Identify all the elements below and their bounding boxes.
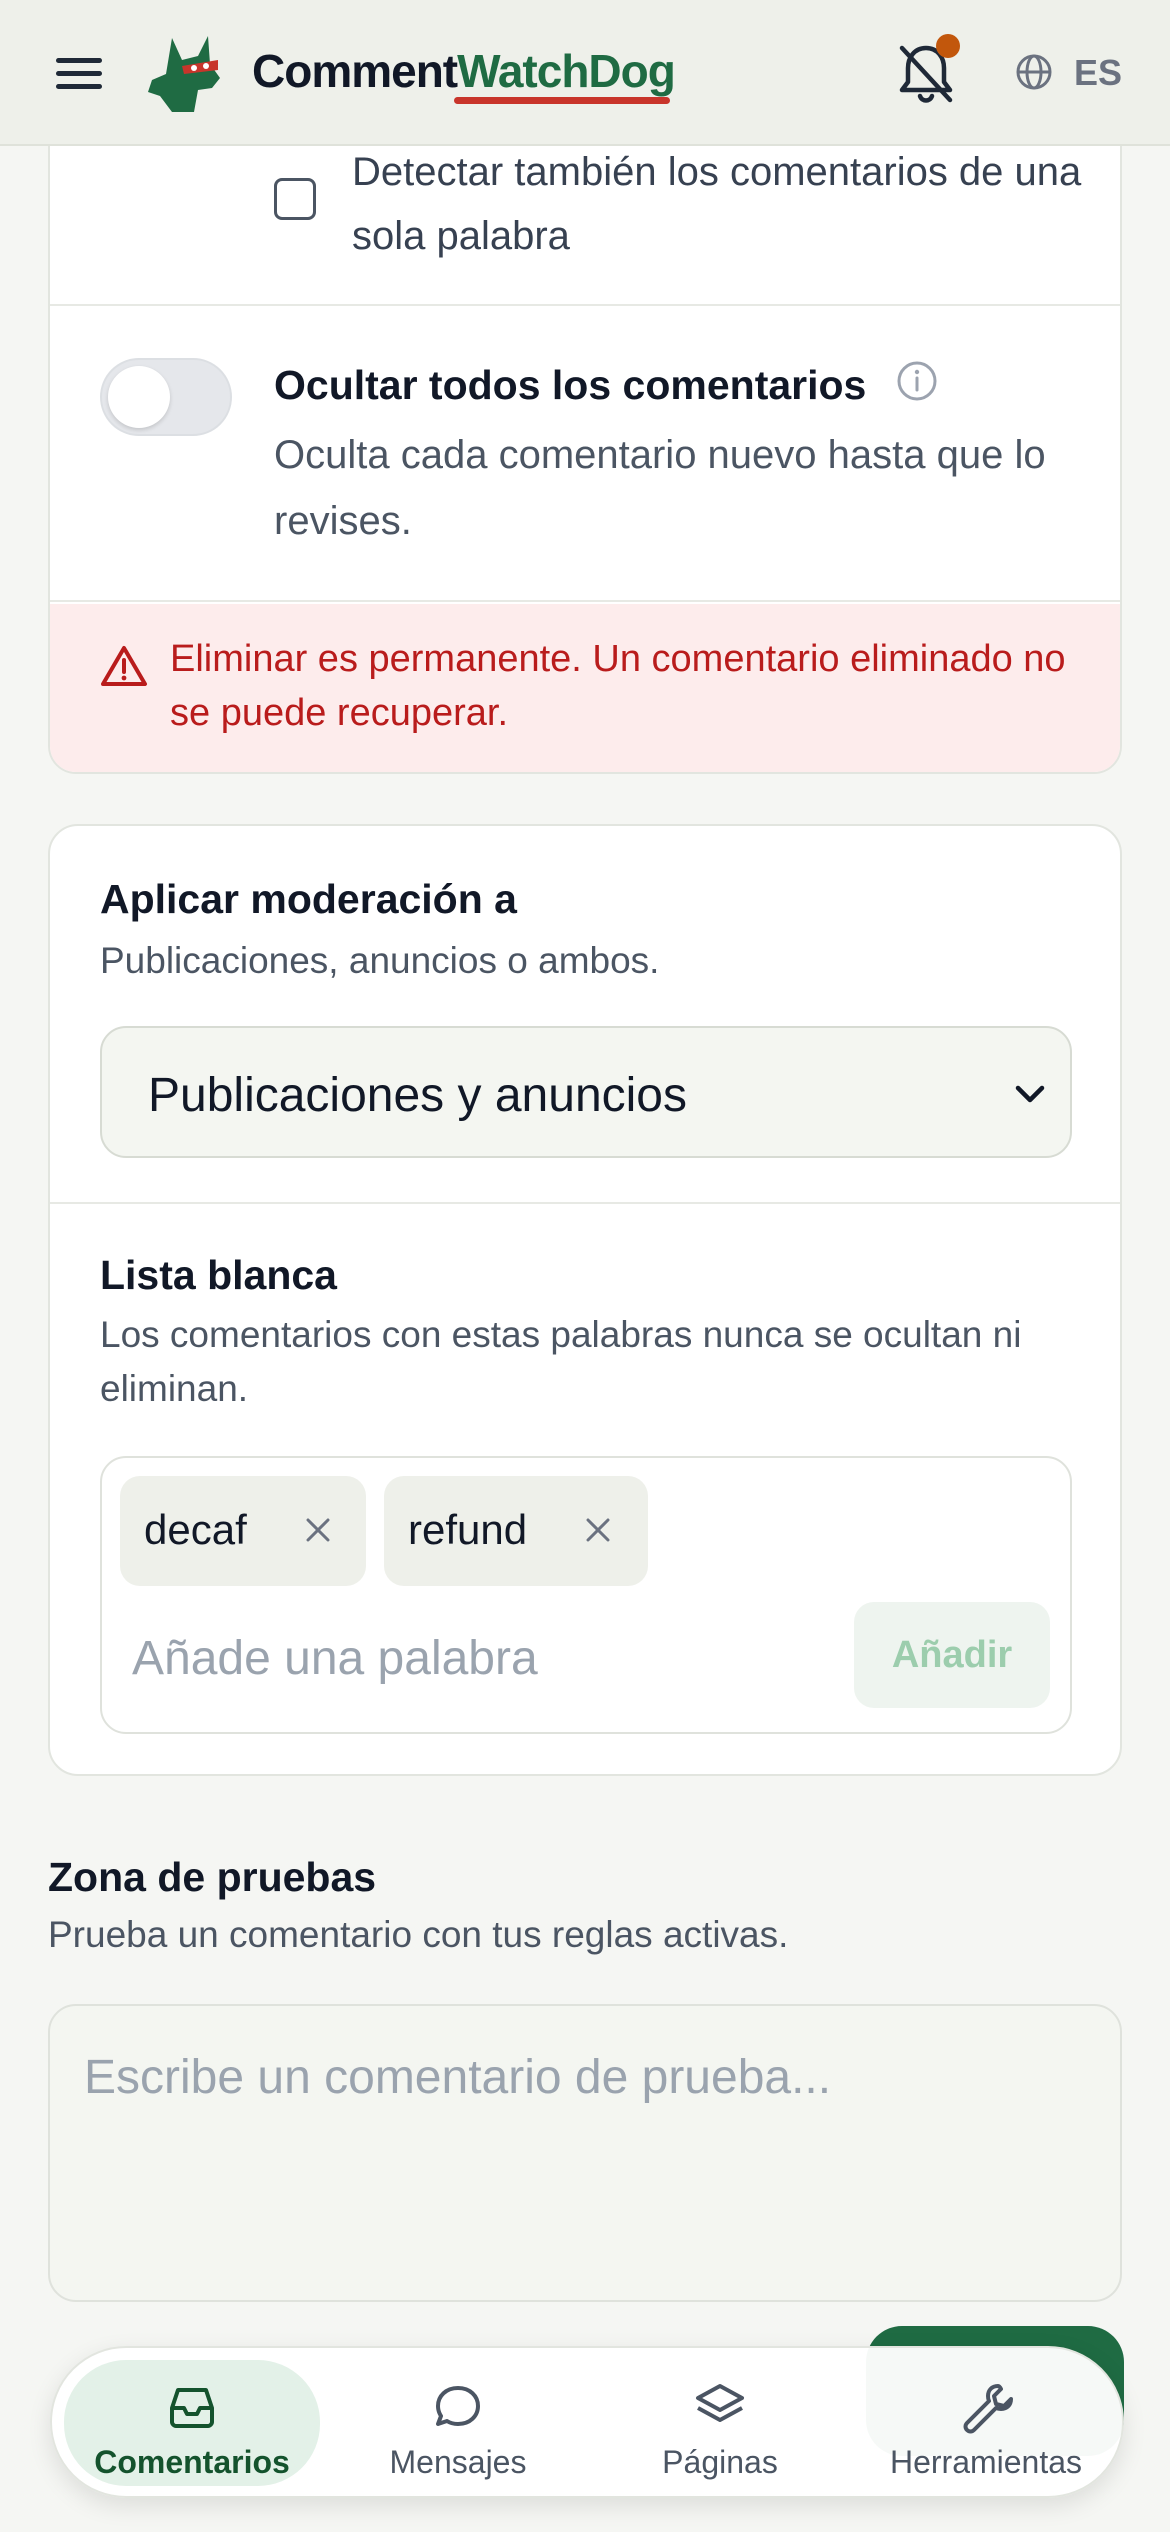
nav-item-mensajes[interactable]: Mensajes bbox=[330, 2360, 586, 2486]
single-word-option: Detectar también los comentarios de una … bbox=[50, 122, 1120, 306]
nav-label: Mensajes bbox=[389, 2444, 527, 2480]
app-header: CommentWatchDog ES bbox=[0, 0, 1170, 146]
inbox-icon bbox=[170, 2388, 214, 2428]
nav-label: Comentarios bbox=[94, 2444, 290, 2480]
moderation-card: Aplicar moderación a Publicaciones, anun… bbox=[48, 824, 1122, 1776]
nav-item-paginas[interactable]: Páginas bbox=[592, 2360, 848, 2486]
brand-part-2: WatchDog bbox=[457, 45, 676, 97]
test-comment-input[interactable] bbox=[48, 2004, 1122, 2302]
brand-part-1: Comment bbox=[252, 45, 458, 97]
globe-icon[interactable] bbox=[1014, 52, 1054, 92]
brand-underline bbox=[454, 97, 670, 104]
close-icon[interactable] bbox=[298, 1510, 338, 1550]
layers-icon bbox=[696, 2384, 744, 2422]
single-word-checkbox[interactable] bbox=[274, 178, 316, 220]
moderation-scope-select[interactable]: Publicaciones y anuncios bbox=[100, 1026, 1072, 1158]
language-selector[interactable]: ES bbox=[1074, 52, 1122, 94]
warning-triangle-icon bbox=[101, 646, 147, 686]
hide-all-option: Ocultar todos los comentarios Oculta cad… bbox=[50, 308, 1120, 602]
moderation-title: Aplicar moderación a bbox=[100, 876, 517, 922]
bottom-navigation: Comentarios Mensajes Páginas Herramienta… bbox=[50, 2346, 1124, 2498]
single-word-label: Detectar también los comentarios de una … bbox=[352, 150, 1082, 258]
section-divider bbox=[50, 1202, 1120, 1204]
warning-text: Eliminar es permanente. Un comentario el… bbox=[170, 638, 1066, 734]
moderation-description: Publicaciones, anuncios o ambos. bbox=[100, 940, 660, 981]
notification-dot bbox=[936, 34, 960, 58]
toggle-knob bbox=[108, 366, 170, 428]
whitelist-chip: refund bbox=[384, 1476, 648, 1586]
warning-banner: Eliminar es permanente. Un comentario el… bbox=[50, 604, 1120, 772]
nav-item-herramientas[interactable]: Herramientas bbox=[858, 2360, 1114, 2486]
select-value: Publicaciones y anuncios bbox=[148, 1069, 687, 1122]
close-icon[interactable] bbox=[578, 1510, 618, 1550]
whitelist-title: Lista blanca bbox=[100, 1252, 337, 1298]
nav-item-comentarios[interactable]: Comentarios bbox=[64, 2360, 320, 2486]
test-zone-description: Prueba un comentario con tus reglas acti… bbox=[48, 1914, 789, 1955]
test-zone-title: Zona de pruebas bbox=[48, 1854, 377, 1900]
add-word-input[interactable] bbox=[132, 1618, 832, 1698]
chat-bubble-icon bbox=[436, 2386, 480, 2426]
chip-label: decaf bbox=[144, 1506, 247, 1553]
brand-name[interactable]: CommentWatchDog bbox=[252, 44, 676, 98]
chip-label: refund bbox=[408, 1506, 528, 1553]
logo-icon bbox=[148, 36, 220, 112]
hide-all-toggle[interactable] bbox=[100, 358, 232, 436]
nav-label: Herramientas bbox=[889, 2444, 1083, 2480]
menu-icon[interactable] bbox=[56, 54, 102, 94]
hide-all-title: Ocultar todos los comentarios bbox=[274, 362, 867, 408]
whitelist-tag-box: decaf refund Añadir bbox=[100, 1456, 1072, 1734]
nav-label: Páginas bbox=[662, 2444, 778, 2480]
whitelist-description: Los comentarios con estas palabras nunca… bbox=[100, 1314, 1022, 1409]
add-word-button[interactable]: Añadir bbox=[854, 1602, 1050, 1708]
options-card: Detectar también los comentarios de una … bbox=[48, 120, 1122, 774]
whitelist-chip: decaf bbox=[120, 1476, 366, 1586]
chevron-down-icon bbox=[1015, 1085, 1045, 1103]
hide-all-description: Oculta cada comentario nuevo hasta que l… bbox=[274, 433, 1046, 543]
wrench-icon bbox=[963, 2384, 1013, 2434]
info-icon[interactable] bbox=[896, 360, 938, 402]
